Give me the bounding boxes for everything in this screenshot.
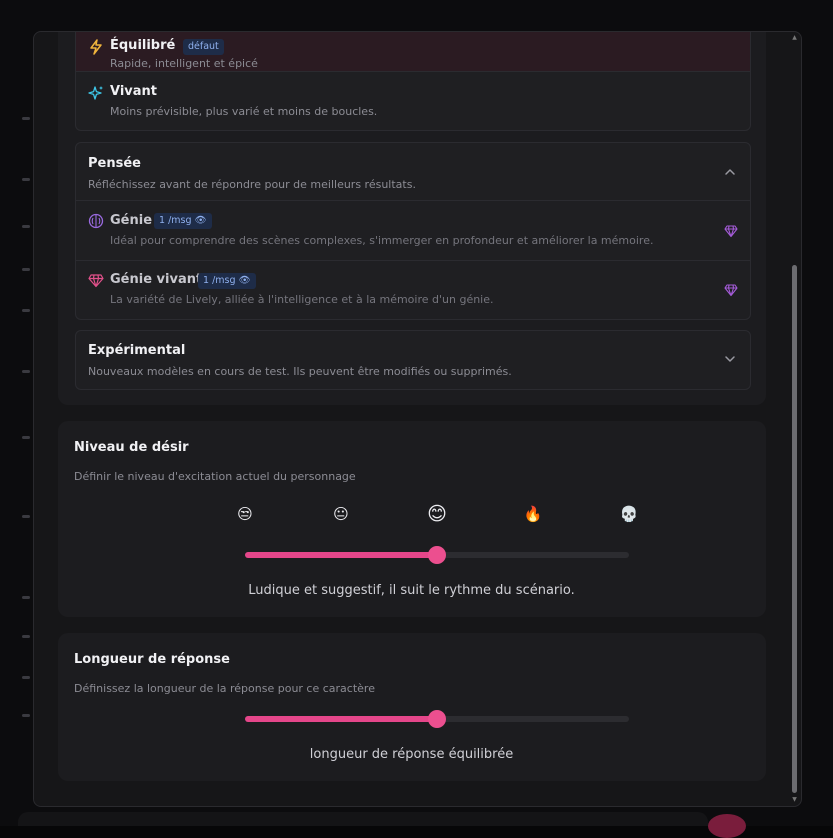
desire-slider[interactable] <box>245 546 629 564</box>
backdrop-fragment <box>22 714 30 717</box>
eye-icon: 👁 <box>194 215 207 226</box>
backdrop-send-button <box>708 814 746 838</box>
chat-settings-modal: Équilibré défaut Rapide, intelligent et … <box>33 31 802 807</box>
diamond-pink-icon <box>88 274 104 288</box>
thinking-models-group: Pensée Réfléchissez avant de répondre po… <box>75 142 751 320</box>
diamond-icon <box>724 225 738 238</box>
sparkles-icon <box>88 86 103 100</box>
backdrop-input-bar <box>18 812 708 826</box>
model-description: Rapide, intelligent et épicé <box>110 57 258 70</box>
standard-models-group: Équilibré défaut Rapide, intelligent et … <box>75 32 751 131</box>
backdrop-fragment <box>22 370 30 373</box>
model-name: Génie <box>110 213 153 228</box>
model-description: Idéal pour comprendre des scènes complex… <box>110 234 654 247</box>
backdrop-fragment <box>22 676 30 679</box>
length-slider-fill <box>245 716 437 722</box>
desire-level-5-emoji[interactable]: 💀 <box>619 505 639 523</box>
model-description: Moins prévisible, plus varié et moins de… <box>110 105 378 118</box>
model-name: Vivant <box>110 84 158 99</box>
default-badge: défaut <box>183 39 224 55</box>
section-title: Niveau de désir <box>74 440 189 455</box>
experimental-models-group[interactable]: Expérimental Nouveaux modèles en cours d… <box>75 330 751 390</box>
length-slider-thumb[interactable] <box>428 710 446 728</box>
brain-icon <box>88 213 104 229</box>
backdrop-fragment <box>22 117 30 120</box>
desire-level-4-emoji[interactable]: 🔥 <box>523 505 543 523</box>
backdrop-fragment <box>22 596 30 599</box>
section-description: Définir le niveau d'excitation actuel du… <box>74 470 356 483</box>
diamond-icon <box>724 284 738 297</box>
model-option-vivant[interactable]: Vivant Moins prévisible, plus varié et m… <box>76 71 750 130</box>
desire-level-2-emoji[interactable]: 😐 <box>331 505 351 523</box>
backdrop-fragment <box>22 515 30 518</box>
chevron-up-icon[interactable] <box>724 166 736 178</box>
group-title: Pensée <box>88 156 141 171</box>
desire-slider-thumb[interactable] <box>428 546 446 564</box>
cost-label: 1 /msg <box>159 215 192 226</box>
cost-badge: 1 /msg 👁 <box>198 273 256 289</box>
length-caption: longueur de réponse équilibrée <box>309 747 514 762</box>
scroll-down-arrow-icon[interactable]: ▼ <box>790 796 799 804</box>
backdrop-fragment <box>22 178 30 181</box>
modal-scrollbar[interactable]: ▲ ▼ <box>790 34 799 804</box>
response-length-card: Longueur de réponse Définissez la longue… <box>58 633 766 781</box>
desire-level-3-emoji[interactable]: 😊 <box>427 503 447 525</box>
section-title: Longueur de réponse <box>74 652 230 667</box>
chevron-down-icon[interactable] <box>724 353 736 365</box>
model-name: Équilibré <box>110 38 176 53</box>
cost-badge: 1 /msg 👁 <box>154 213 212 229</box>
scroll-up-arrow-icon[interactable]: ▲ <box>790 34 799 42</box>
backdrop-fragment <box>22 225 30 228</box>
group-title: Expérimental <box>88 343 186 358</box>
backdrop-fragment <box>22 268 30 271</box>
thinking-group-header[interactable]: Pensée Réfléchissez avant de répondre po… <box>76 143 750 200</box>
desire-caption: Ludique et suggestif, il suit le rythme … <box>248 583 575 598</box>
desire-level-1-emoji[interactable]: 😒 <box>235 505 255 523</box>
scrollbar-thumb[interactable] <box>792 265 797 793</box>
cost-label: 1 /msg <box>203 275 236 286</box>
eye-icon: 👁 <box>238 275 251 286</box>
desire-level-card: Niveau de désir Définir le niveau d'exci… <box>58 421 766 617</box>
backdrop-fragment <box>22 309 30 312</box>
section-description: Définissez la longueur de la réponse pou… <box>74 682 375 695</box>
group-description: Nouveaux modèles en cours de test. Ils p… <box>88 365 512 378</box>
backdrop-fragment <box>22 436 30 439</box>
model-description: La variété de Lively, alliée à l'intelli… <box>110 293 494 306</box>
model-name: Génie vivant <box>110 272 203 287</box>
group-description: Réfléchissez avant de répondre pour de m… <box>88 178 416 191</box>
backdrop-fragment <box>22 635 30 638</box>
length-slider[interactable] <box>245 710 629 728</box>
lightning-icon <box>90 39 102 55</box>
desire-slider-fill <box>245 552 437 558</box>
model-option-genie-vivant[interactable]: Génie vivant 1 /msg 👁 La variété de Live… <box>76 260 750 319</box>
model-option-equilibre[interactable]: Équilibré défaut Rapide, intelligent et … <box>76 32 750 71</box>
model-option-genie[interactable]: Génie 1 /msg 👁 Idéal pour comprendre des… <box>76 200 750 261</box>
